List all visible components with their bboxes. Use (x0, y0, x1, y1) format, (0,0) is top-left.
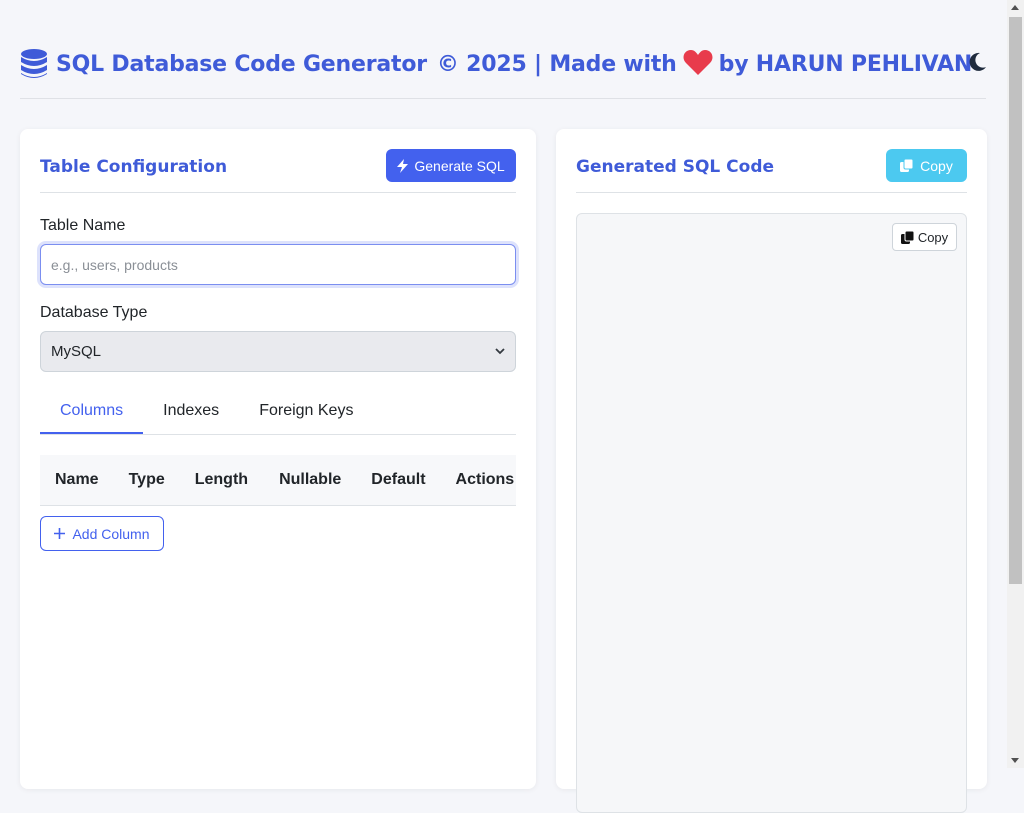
tab-indexes[interactable]: Indexes (143, 391, 239, 434)
page-scrollbar[interactable] (1007, 0, 1024, 768)
table-name-label: Table Name (40, 217, 126, 234)
title-author: by HARUN PEHLIVAN (718, 51, 973, 77)
title-copyright: © 2025 | Made with (436, 51, 677, 77)
inner-copy-label: Copy (917, 229, 949, 245)
column-header-nullable: Nullable (279, 471, 342, 488)
copy-label: Copy (920, 157, 953, 174)
page-title: SQL Database Code Generator © 2025 | Mad… (56, 50, 972, 78)
database-type-value: MySQL (51, 343, 102, 360)
generated-sql-panel: Generated SQL Code Copy Copy (556, 129, 987, 813)
title-main: SQL Database Code Generator (56, 51, 427, 77)
table-name-input[interactable] (40, 244, 516, 285)
add-column-label: Add Column (72, 525, 150, 542)
panel-title: Table Configuration (40, 157, 228, 177)
scrollbar-thumb[interactable] (1009, 17, 1022, 584)
scroll-down-arrow-icon[interactable] (1011, 758, 1019, 763)
panel-header: Generated SQL Code Copy (576, 129, 967, 193)
copy-icon (900, 230, 914, 244)
panel-header: Table Configuration Generate SQL (40, 129, 516, 193)
plus-icon (54, 528, 66, 539)
copy-icon (900, 159, 914, 172)
moon-icon[interactable] (966, 51, 988, 73)
column-header-type: Type (128, 471, 165, 488)
chevron-down-icon (495, 348, 505, 355)
tab-columns[interactable]: Columns (40, 391, 144, 434)
table-configuration-panel: Table Configuration Generate SQL Table N… (20, 129, 536, 789)
column-header-name: Name (55, 471, 99, 488)
database-type-select[interactable]: MySQL (40, 331, 516, 372)
database-type-label: Database Type (40, 304, 148, 321)
scroll-up-arrow-icon[interactable] (1011, 5, 1019, 10)
column-header-default: Default (371, 471, 426, 488)
copy-button[interactable]: Copy (886, 149, 967, 182)
generate-sql-button[interactable]: Generate SQL (386, 149, 516, 182)
config-tabs: Columns Indexes Foreign Keys (40, 391, 516, 435)
tab-foreign-keys[interactable]: Foreign Keys (239, 391, 373, 434)
add-column-button[interactable]: Add Column (40, 516, 164, 551)
inner-copy-button[interactable]: Copy (892, 223, 957, 251)
heart-icon (683, 50, 713, 75)
panel-title: Generated SQL Code (576, 157, 775, 177)
bolt-icon (397, 158, 409, 173)
columns-table-header: Name Type Length Nullable Default Action… (40, 455, 516, 506)
sql-code-output[interactable]: Copy (576, 213, 967, 813)
column-header-length: Length (194, 471, 249, 488)
page-header: SQL Database Code Generator © 2025 | Mad… (20, 38, 986, 99)
generate-sql-label: Generate SQL (414, 157, 505, 174)
column-header-actions: Actions (455, 471, 515, 488)
database-icon (21, 49, 47, 78)
